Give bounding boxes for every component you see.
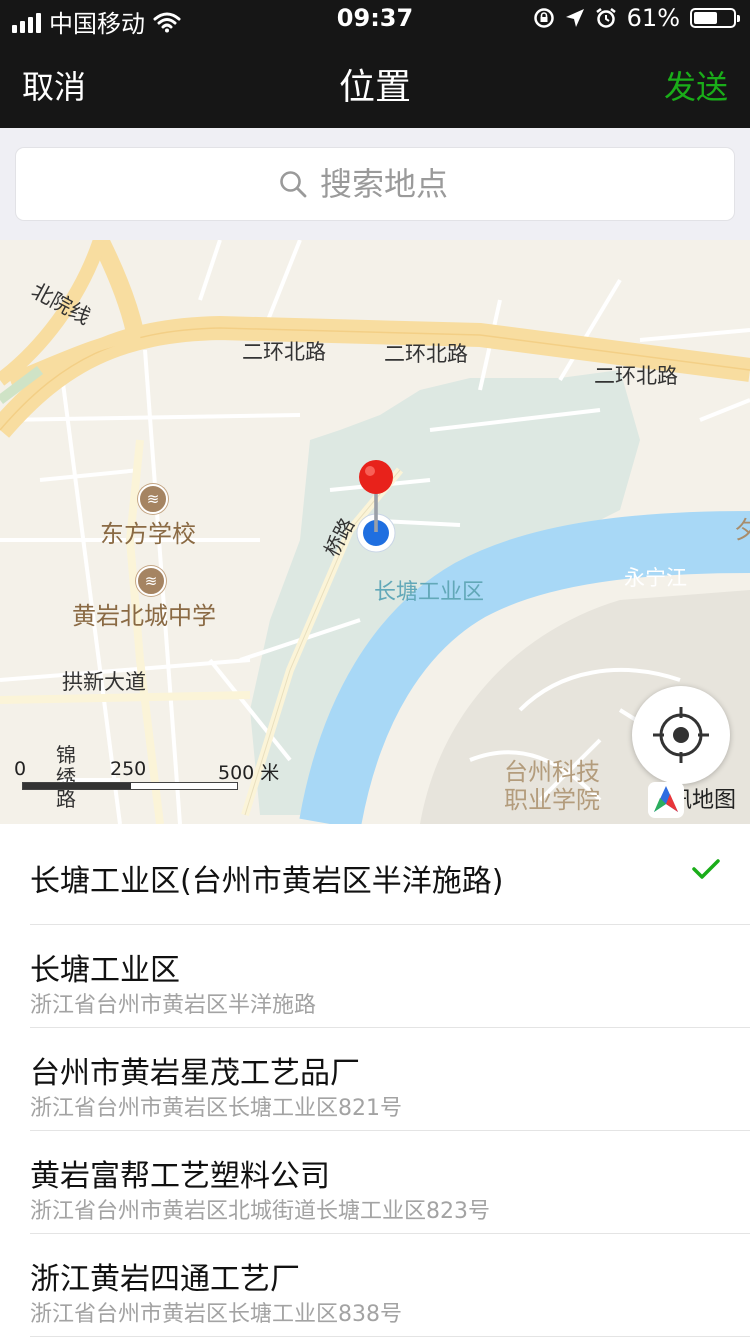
item-title: 黄岩富帮工艺塑料公司 (30, 1159, 330, 1194)
search-icon (280, 171, 307, 198)
item-title: 长塘工业区 (30, 953, 180, 988)
location-pin-icon (359, 460, 393, 532)
road-label: 二环北路 (594, 364, 678, 388)
status-right: 61% (533, 4, 740, 32)
item-address: 浙江省台州市黄岩区长塘工业区821号 (30, 1096, 402, 1121)
page-title: 位置 (338, 67, 411, 108)
school-icon: ≋ (136, 566, 166, 596)
area-label: 长塘工业区 (374, 580, 485, 605)
list-item[interactable]: 长塘工业区(台州市黄岩区半洋施路) (30, 824, 750, 925)
road-label: 二环北路 (242, 340, 326, 364)
nav-bar: 取消 位置 发送 (0, 40, 750, 128)
battery-percent: 61% (626, 4, 680, 32)
list-item[interactable]: 长塘工业区 浙江省台州市黄岩区半洋施路 (30, 925, 750, 1028)
list-item[interactable]: 黄岩富帮工艺塑料公司 浙江省台州市黄岩区北城街道长塘工业区823号 (30, 1131, 750, 1234)
scale-end: 500 米 (218, 762, 280, 784)
poi-label[interactable]: 黄岩北城中学 (72, 596, 216, 631)
poi-label[interactable]: 东方学校 (100, 514, 196, 549)
item-title: 浙江黄岩四通工艺厂 (30, 1262, 300, 1297)
map-brand: 腾讯地图 (647, 782, 736, 818)
scale-zero: 0 (14, 758, 27, 780)
location-list: 长塘工业区(台州市黄岩区半洋施路) 长塘工业区 浙江省台州市黄岩区半洋施路 台州… (0, 824, 750, 1337)
scale-mid: 250 (110, 758, 147, 780)
item-address: 浙江省台州市黄岩区长塘工业区838号 (30, 1302, 402, 1327)
item-address: 浙江省台州市黄岩区北城街道长塘工业区823号 (30, 1199, 490, 1224)
search-bar[interactable] (16, 148, 734, 220)
road-label: 拱新大道 (62, 670, 146, 694)
poi-label[interactable]: 台州科技职业学院 (504, 758, 614, 814)
item-title: 长塘工业区(台州市黄岩区半洋施路) (30, 864, 504, 899)
tencent-map-logo-icon (647, 782, 684, 818)
locate-me-button[interactable] (632, 686, 730, 784)
location-arrow-icon (565, 9, 584, 27)
rotation-lock-icon (533, 8, 554, 28)
search-input[interactable] (318, 164, 472, 204)
list-item[interactable]: 浙江黄岩四通工艺厂 浙江省台州市黄岩区长塘工业区838号 (30, 1234, 750, 1337)
list-item[interactable]: 台州市黄岩星茂工艺品厂 浙江省台州市黄岩区长塘工业区821号 (30, 1028, 750, 1131)
river-label: 永宁江 (624, 566, 687, 590)
map-scale: 0 250 500 米 (14, 758, 294, 798)
map-view[interactable]: 北院线 二环北路 二环北路 二环北路 拱新大道 锦绣路 桥路 ≋ 东方学校 ≋ … (0, 240, 750, 824)
checkmark-icon (692, 859, 720, 879)
item-address: 浙江省台州市黄岩区半洋施路 (30, 993, 317, 1018)
school-icon: ≋ (138, 484, 168, 514)
item-title: 台州市黄岩星茂工艺品厂 (30, 1056, 360, 1091)
search-area (0, 128, 750, 240)
road-label: 二环北路 (384, 342, 468, 366)
target-icon (653, 707, 709, 763)
alarm-icon (595, 8, 616, 28)
send-button[interactable]: 发送 (664, 62, 728, 108)
status-bar: 中国移动 09:37 61% (0, 0, 750, 40)
edge-label: 夕 (734, 516, 750, 544)
battery-icon (690, 8, 740, 28)
